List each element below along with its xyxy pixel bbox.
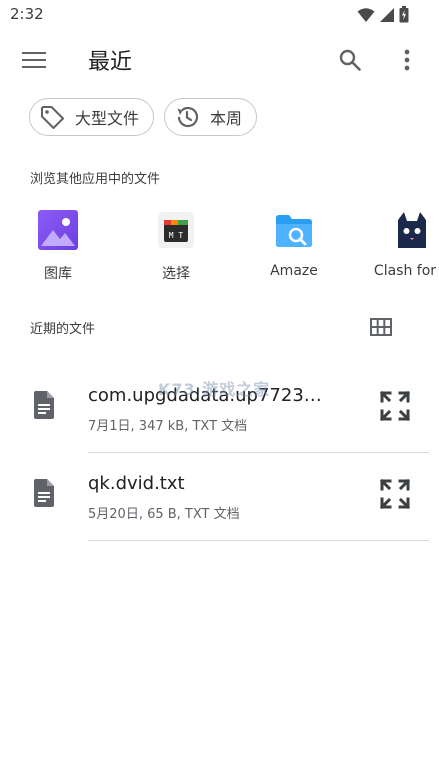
recent-section-label: 近期的文件 <box>30 322 96 337</box>
mt-manager-icon: M T <box>156 210 196 250</box>
text-file-icon <box>34 391 54 419</box>
battery-icon <box>399 6 409 23</box>
app-clash[interactable]: Clash for A <box>357 210 439 279</box>
expand-preview-button[interactable] <box>378 389 412 423</box>
fullscreen-icon <box>380 479 410 509</box>
filter-chips: 大型文件 本周 <box>29 98 258 136</box>
menu-button[interactable] <box>14 40 54 80</box>
svg-text:M T: M T <box>169 231 184 240</box>
watermark: K73 游戏之家 <box>158 380 271 399</box>
browse-section-label: 浏览其他应用中的文件 <box>30 172 161 187</box>
status-time: 2:32 <box>10 5 44 23</box>
history-icon <box>177 106 199 128</box>
file-name: qk.dvid.txt <box>88 473 185 494</box>
more-options-button[interactable] <box>387 40 427 80</box>
text-file-icon <box>34 479 54 507</box>
file-row[interactable]: qk.dvid.txt 5月20日, 65 B, TXT 文档 <box>0 453 439 541</box>
more-vert-icon <box>404 49 410 71</box>
grid-view-button[interactable] <box>366 312 396 342</box>
status-icons <box>357 6 409 23</box>
file-meta: 5月20日, 65 B, TXT 文档 <box>88 507 240 522</box>
divider <box>88 540 429 541</box>
chip-large-files[interactable]: 大型文件 <box>29 98 155 136</box>
apps-row: 图库 M T 选择 Amaze Clash for <box>0 210 439 290</box>
search-button[interactable] <box>330 40 370 80</box>
grid-view-icon <box>370 318 392 336</box>
chip-this-week-label: 本周 <box>210 109 243 128</box>
file-meta: 7月1日, 347 kB, TXT 文档 <box>88 419 248 434</box>
app-amaze-label: Amaze <box>270 263 318 279</box>
app-gallery[interactable]: 图库 <box>3 210 113 283</box>
fullscreen-icon <box>380 391 410 421</box>
search-icon <box>339 49 361 71</box>
app-amaze[interactable]: Amaze <box>239 210 349 279</box>
cell-signal-icon <box>380 7 394 22</box>
clash-cat-icon <box>392 210 432 250</box>
app-bar: 最近 <box>0 30 439 88</box>
page-title: 最近 <box>88 50 133 75</box>
chip-large-files-label: 大型文件 <box>75 109 140 128</box>
tag-icon <box>41 106 64 129</box>
app-select[interactable]: M T 选择 <box>121 210 231 283</box>
wifi-icon <box>357 7 375 22</box>
amaze-folder-icon <box>274 210 314 250</box>
status-bar: 2:32 <box>0 0 439 30</box>
expand-preview-button[interactable] <box>378 477 412 511</box>
app-gallery-label: 图库 <box>44 266 72 282</box>
app-select-label: 选择 <box>162 266 190 282</box>
app-clash-label: Clash for A <box>373 263 439 279</box>
chip-this-week[interactable]: 本周 <box>164 98 258 136</box>
gallery-icon <box>38 210 78 250</box>
hamburger-menu-icon <box>22 52 46 68</box>
